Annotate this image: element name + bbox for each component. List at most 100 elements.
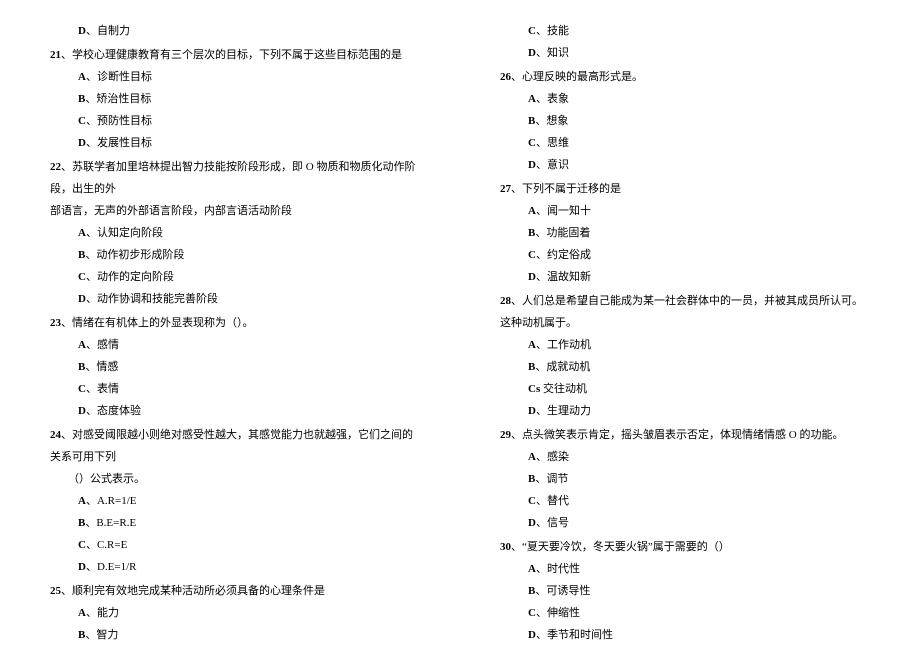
option-letter: D xyxy=(528,271,536,283)
question-24: 24、对感受阈限越小则绝对感受性越大，其感觉能力也就越强，它们之间的关系可用下列 xyxy=(50,424,420,468)
option-letter: A xyxy=(528,93,536,105)
option-text: 可诱导性 xyxy=(546,585,590,597)
option-text: 知识 xyxy=(547,47,569,59)
option-text: A.R=1/E xyxy=(97,495,137,507)
question-21: 21、学校心理健康教育有三个层次的目标，下列不属于这些目标范围的是 xyxy=(50,44,420,66)
option: C、动作的定向阶段 xyxy=(50,266,420,288)
option-letter: C xyxy=(78,115,86,127)
option-letter: B xyxy=(528,115,535,127)
question-text: 、情绪在有机体上的外显表现称为（）。 xyxy=(61,317,254,329)
option-text: 表情 xyxy=(97,383,119,395)
question-27: 27、下列不属于迁移的是 xyxy=(500,178,870,200)
option-letter: B xyxy=(78,93,85,105)
option-text: 季节和时间性 xyxy=(547,629,613,641)
option: A、闻一知十 xyxy=(500,200,870,222)
question-text: 、对感受阈限越小则绝对感受性越大，其感觉能力也就越强，它们之间的关系可用下列 xyxy=(50,429,413,463)
option: D、发展性目标 xyxy=(50,132,420,154)
option-text: 工作动机 xyxy=(547,339,591,351)
question-number: 25 xyxy=(50,585,61,597)
question-25: 25、顺利完有效地完成某种活动所必须具备的心理条件是 xyxy=(50,580,420,602)
option: B、情感 xyxy=(50,356,420,378)
option-text: 温故知新 xyxy=(547,271,591,283)
option: A、认知定向阶段 xyxy=(50,222,420,244)
option-letter: C xyxy=(528,137,536,149)
option: B、智力 xyxy=(50,624,420,646)
option: D、信号 xyxy=(500,512,870,534)
option: B、调节 xyxy=(500,468,870,490)
option: C、预防性目标 xyxy=(50,110,420,132)
question-continuation: （）公式表示。 xyxy=(50,468,420,490)
option-letter: Cs xyxy=(528,383,540,395)
option: B、功能固着 xyxy=(500,222,870,244)
orphan-option: D、自制力 xyxy=(50,20,420,42)
question-number: 24 xyxy=(50,429,61,441)
option: A、能力 xyxy=(50,602,420,624)
question-29: 29、点头微笑表示肯定，摇头皱眉表示否定，体现情绪情感 O 的功能。 xyxy=(500,424,870,446)
option-text: 能力 xyxy=(97,607,119,619)
option-letter: C xyxy=(528,495,536,507)
option-text: 约定俗成 xyxy=(547,249,591,261)
question-30: 30、“夏天要冷饮，冬天要火锅”属于需要的（） xyxy=(500,536,870,558)
option-letter: A xyxy=(78,71,86,83)
question-28: 28、人们总是希望自己能成为某一社会群体中的一员，并被其成员所认可。这种动机属于… xyxy=(500,290,870,334)
option-text: 智力 xyxy=(96,629,118,641)
option: A、表象 xyxy=(500,88,870,110)
question-number: 23 xyxy=(50,317,61,329)
option: D、季节和时间性 xyxy=(500,624,870,646)
option: C、替代 xyxy=(500,490,870,512)
option-letter: C xyxy=(528,249,536,261)
option-text: 替代 xyxy=(547,495,569,507)
option-text: 矫治性目标 xyxy=(96,93,151,105)
option-letter: D xyxy=(78,405,86,417)
question-number: 22 xyxy=(50,161,61,173)
question-text: 、人们总是希望自己能成为某一社会群体中的一员，并被其成员所认可。这种动机属于。 xyxy=(500,295,863,329)
option-letter: C xyxy=(78,383,86,395)
question-number: 28 xyxy=(500,295,511,307)
option: A、时代性 xyxy=(500,558,870,580)
option-text: 诊断性目标 xyxy=(97,71,152,83)
option-text: 成就动机 xyxy=(546,361,590,373)
option: D、动作协调和技能完善阶段 xyxy=(50,288,420,310)
option: D、态度体验 xyxy=(50,400,420,422)
option-letter: A xyxy=(78,339,86,351)
option-text: 功能固着 xyxy=(546,227,590,239)
option-text: 闻一知十 xyxy=(547,205,591,217)
option: D、生理动力 xyxy=(500,400,870,422)
option-text: 动作初步形成阶段 xyxy=(96,249,184,261)
option-text: 伸缩性 xyxy=(547,607,580,619)
option-letter: D xyxy=(78,25,86,37)
option: B、成就动机 xyxy=(500,356,870,378)
question-22: 22、苏联学者加里培林提出智力技能按阶段形成，即 O 物质和物质化动作阶段，出生… xyxy=(50,156,420,200)
question-23: 23、情绪在有机体上的外显表现称为（）。 xyxy=(50,312,420,334)
option: C、表情 xyxy=(50,378,420,400)
option-text: 调节 xyxy=(546,473,568,485)
option-letter: C xyxy=(78,271,86,283)
option-text: 情感 xyxy=(96,361,118,373)
option-text: 态度体验 xyxy=(97,405,141,417)
option-letter: D xyxy=(528,517,536,529)
orphan-option: C、技能 xyxy=(500,20,870,42)
option-letter: B xyxy=(528,227,535,239)
option-letter: C xyxy=(78,539,86,551)
question-number: 26 xyxy=(500,71,511,83)
option-text: 表象 xyxy=(547,93,569,105)
option-letter: D xyxy=(528,159,536,171)
option-text: 信号 xyxy=(547,517,569,529)
option-text: 预防性目标 xyxy=(97,115,152,127)
option: C、伸缩性 xyxy=(500,602,870,624)
option-text: 时代性 xyxy=(547,563,580,575)
option: D、D.E=1/R xyxy=(50,556,420,578)
option-letter: D xyxy=(528,405,536,417)
option: A、感情 xyxy=(50,334,420,356)
option-text: C.R=E xyxy=(97,539,127,551)
question-26: 26、心理反映的最高形式是。 xyxy=(500,66,870,88)
option: B、B.E=R.E xyxy=(50,512,420,534)
question-number: 21 xyxy=(50,49,61,61)
option-letter: B xyxy=(528,473,535,485)
option: C、约定俗成 xyxy=(500,244,870,266)
option-letter: B xyxy=(528,361,535,373)
question-text: 、“夏天要冷饮，冬天要火锅”属于需要的（） xyxy=(511,541,730,553)
orphan-option: D、知识 xyxy=(500,42,870,64)
question-continuation: 部语言，无声的外部语言阶段，内部言语活动阶段 xyxy=(50,200,420,222)
option: C、思维 xyxy=(500,132,870,154)
